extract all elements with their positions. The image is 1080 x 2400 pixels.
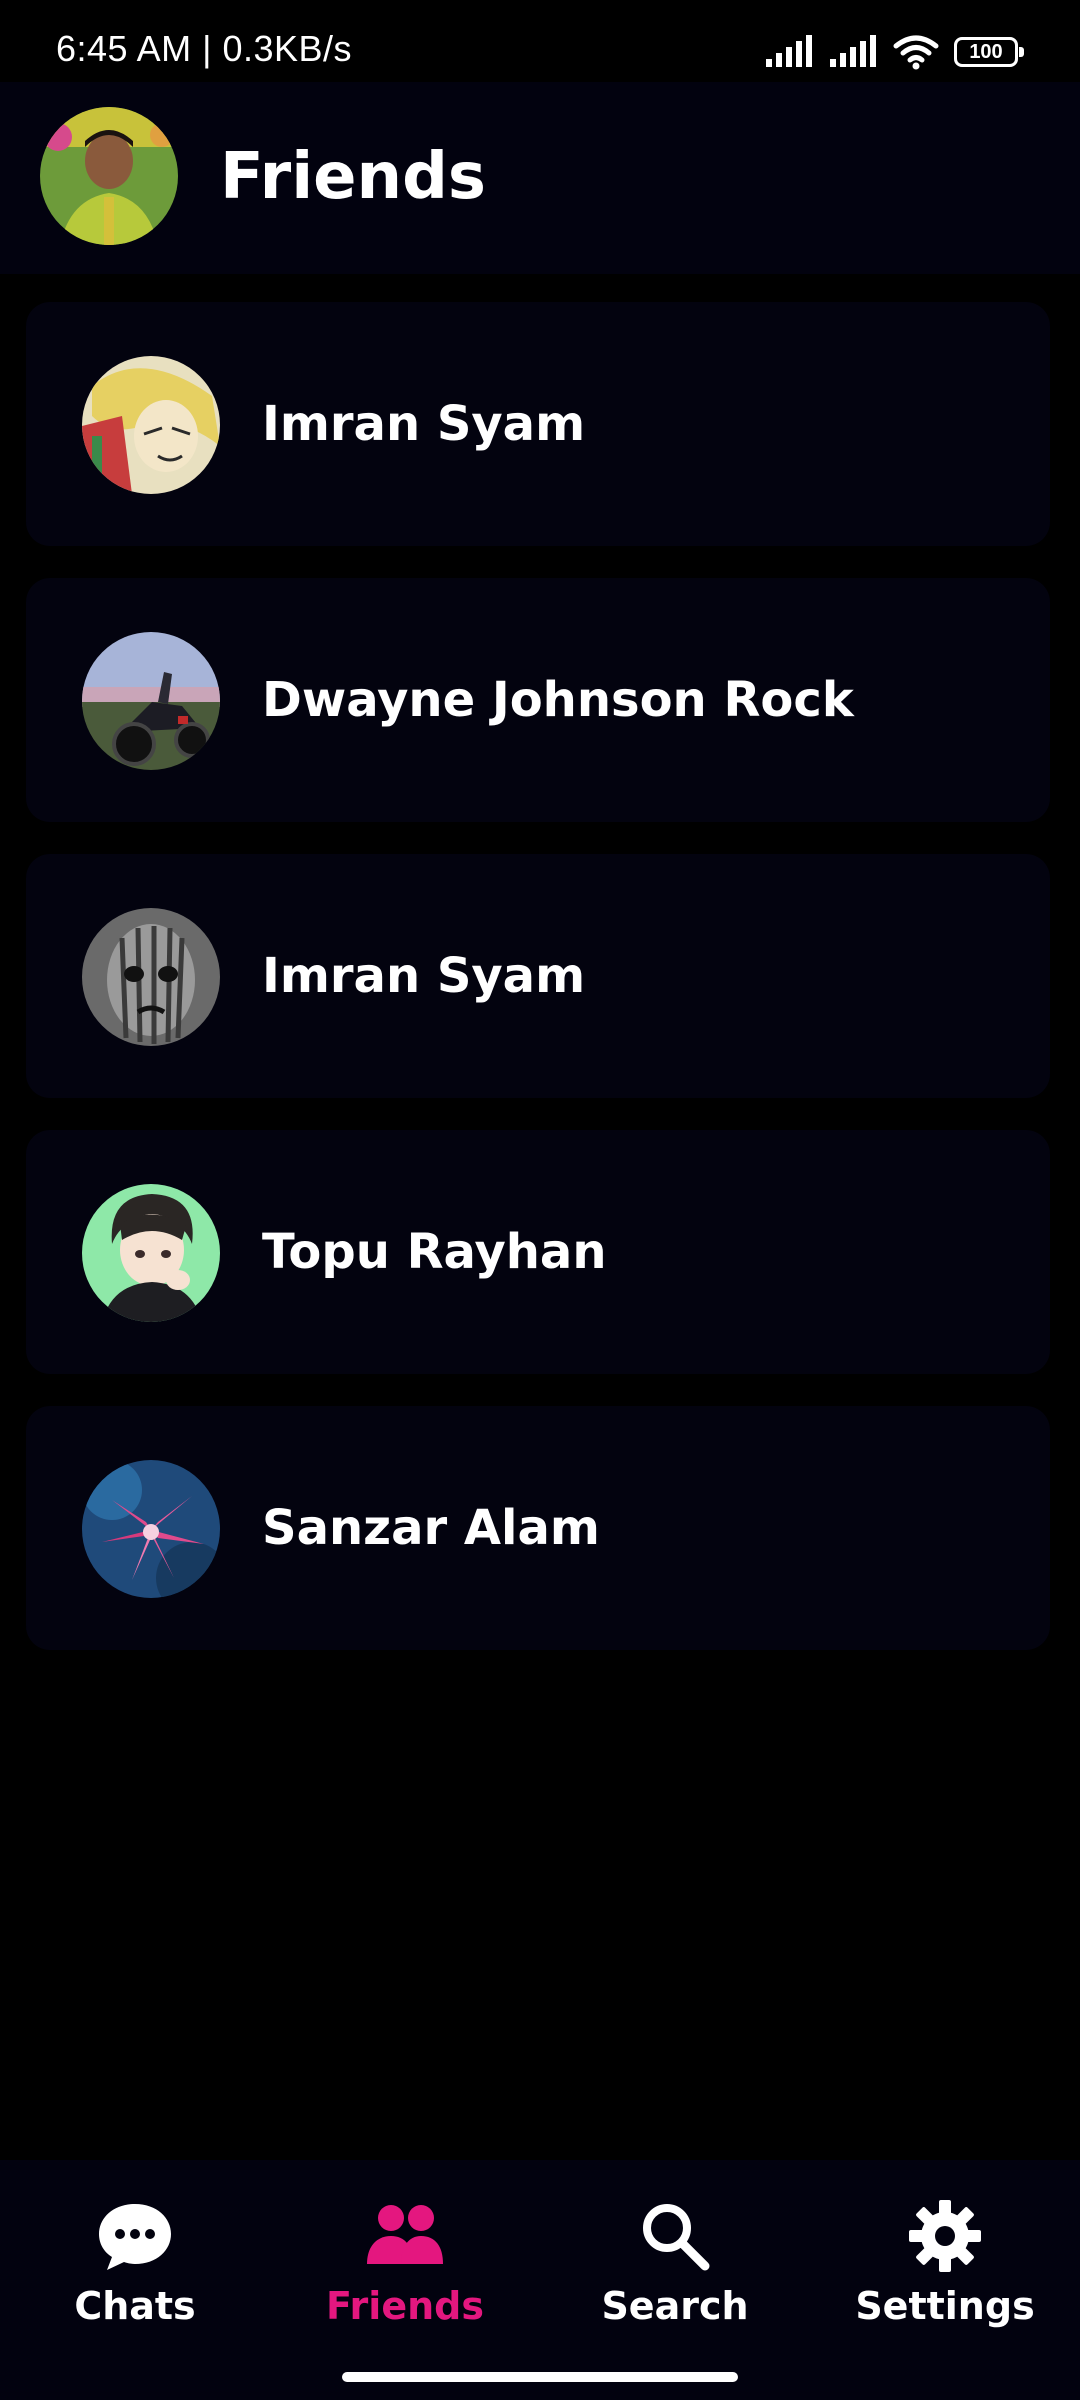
friend-card[interactable]: Imran Syam xyxy=(26,302,1050,546)
people-icon xyxy=(367,2205,443,2264)
search-icon xyxy=(643,2204,710,2271)
friend-card[interactable]: Dwayne Johnson Rock xyxy=(26,578,1050,822)
friend-name: Imran Syam xyxy=(262,396,586,452)
status-icons: 100 xyxy=(764,32,1024,72)
signal-icon xyxy=(766,35,812,67)
signal-icon xyxy=(830,35,876,67)
friend-card[interactable]: Imran Syam xyxy=(26,854,1050,1098)
friend-card[interactable]: Topu Rayhan xyxy=(26,1130,1050,1374)
home-indicator[interactable] xyxy=(342,2372,738,2382)
motorbike-avatar xyxy=(82,632,220,770)
friend-name: Sanzar Alam xyxy=(262,1500,600,1556)
nav-friends[interactable]: Friends xyxy=(305,2196,505,2346)
nav-label-search: Search xyxy=(601,2284,749,2328)
gear-icon xyxy=(909,2200,981,2272)
nav-label-settings: Settings xyxy=(855,2284,1035,2328)
wifi-icon xyxy=(893,35,939,70)
status-time-speed: 6:45 AM | 0.3KB/s xyxy=(56,28,353,69)
status-bar: 6:45 AM | 0.3KB/s 100 xyxy=(0,0,1080,82)
friend-name: Topu Rayhan xyxy=(262,1224,607,1280)
friend-name: Dwayne Johnson Rock xyxy=(262,672,854,728)
friend-card[interactable]: Sanzar Alam xyxy=(26,1406,1050,1650)
anime-blonde-avatar xyxy=(82,356,220,494)
battery-level: 100 xyxy=(969,40,1003,63)
app-bar: Friends xyxy=(0,82,1080,274)
grey-face-avatar xyxy=(82,908,220,1046)
nav-label-chats: Chats xyxy=(74,2284,196,2328)
nav-search[interactable]: Search xyxy=(575,2196,775,2346)
nav-chats[interactable]: Chats xyxy=(35,2196,235,2346)
anime-boy-avatar xyxy=(82,1184,220,1322)
battery-icon: 100 xyxy=(954,37,1024,67)
bottom-nav: Chats Friends Search Settings xyxy=(0,2160,1080,2400)
chat-bubble-icon xyxy=(99,2204,171,2270)
profile-avatar[interactable] xyxy=(40,107,178,245)
flower-avatar xyxy=(82,1460,220,1598)
friend-name: Imran Syam xyxy=(262,948,586,1004)
nav-settings[interactable]: Settings xyxy=(845,2196,1045,2346)
page-title: Friends xyxy=(220,140,486,214)
friends-list: Imran Syam Dwayne Johnson Rock Imran Sya… xyxy=(26,302,1050,1682)
nav-label-friends: Friends xyxy=(326,2284,484,2328)
